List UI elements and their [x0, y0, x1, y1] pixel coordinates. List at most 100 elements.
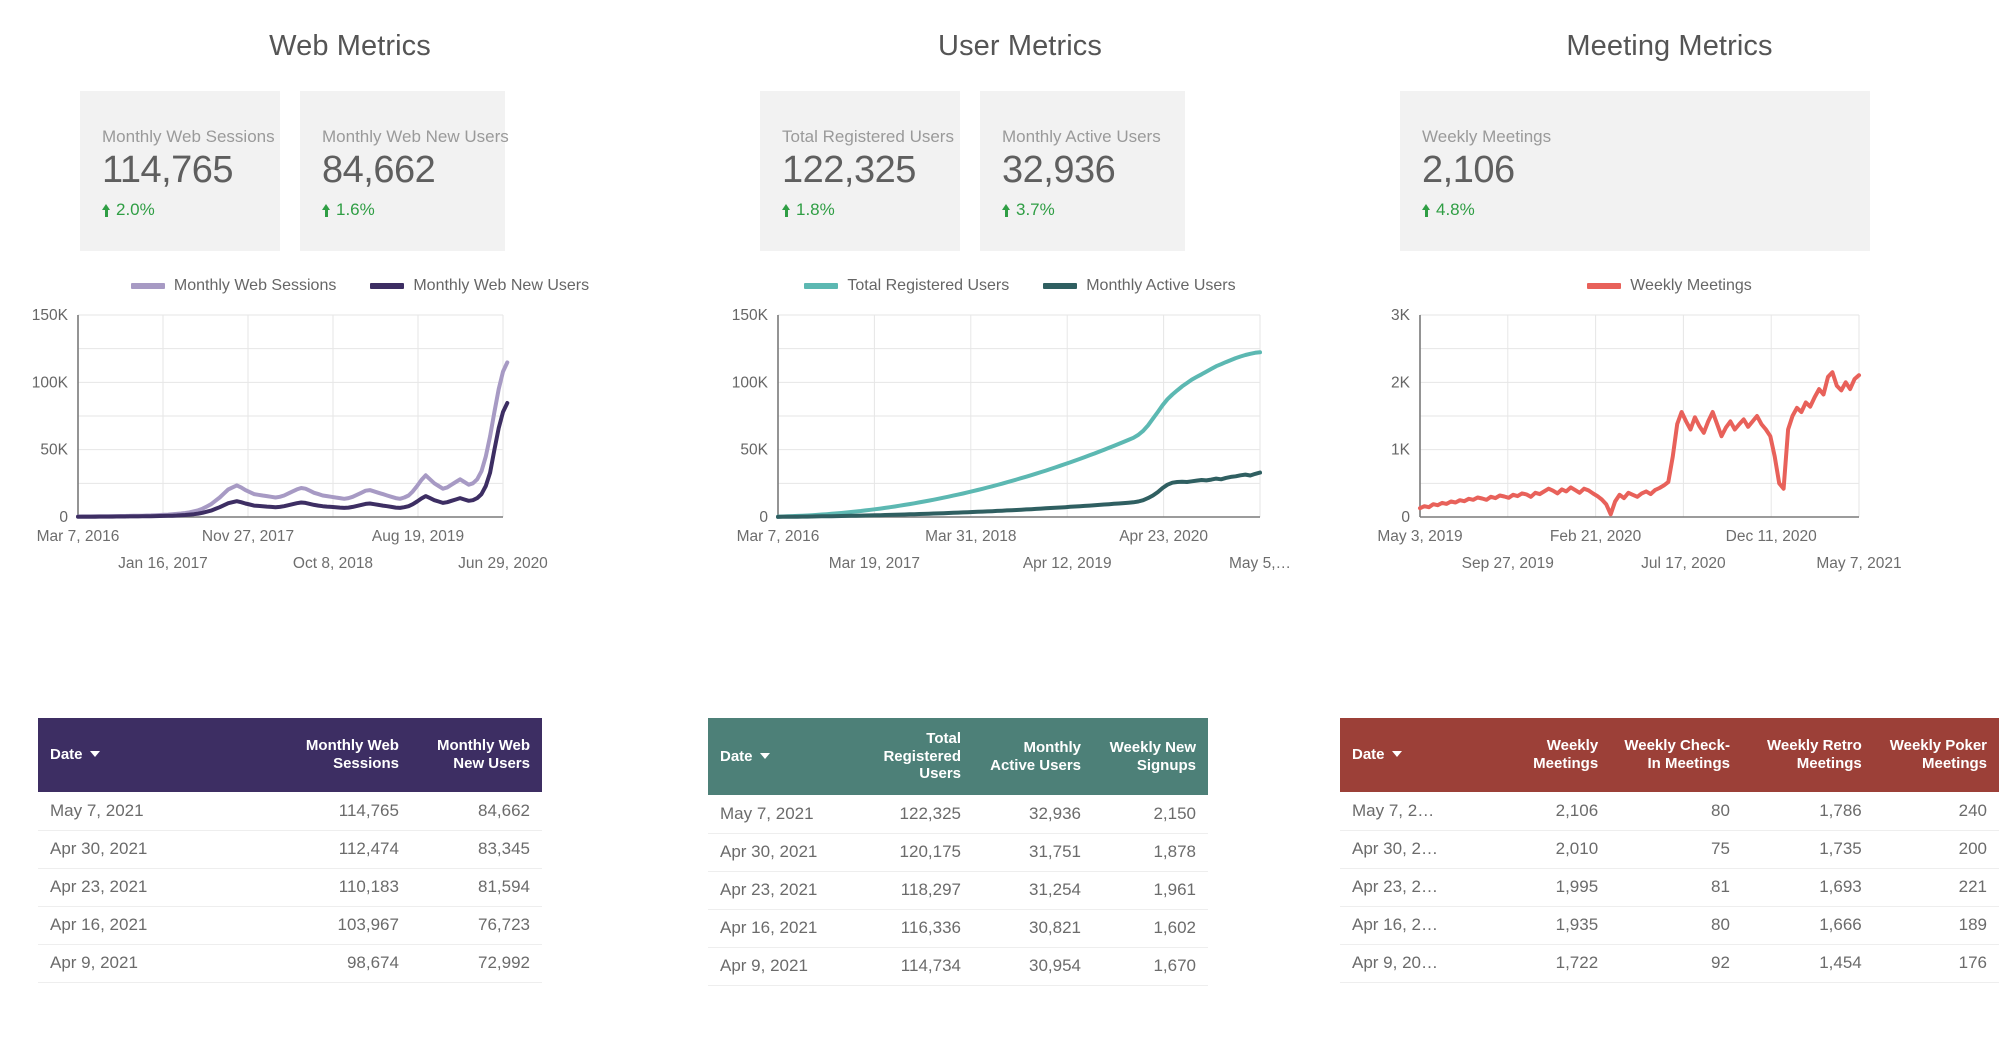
legend-item[interactable]: Weekly Meetings: [1587, 277, 1752, 295]
column-header-label: Date: [50, 746, 83, 764]
column-header-weekly-poker-meetings[interactable]: Weekly Poker Meetings: [1873, 718, 1999, 792]
kpi-delta: 1.6%: [322, 200, 483, 220]
table-user-metrics: Date Total Registered Users Monthly Acti…: [708, 718, 1208, 986]
kpi-delta-text: 4.8%: [1436, 200, 1475, 220]
kpi-delta: 4.8%: [1422, 200, 1848, 220]
chart-user-metrics[interactable]: 0 50K 100K 150K Mar 7, 2016 Mar 19, 2017 Mar 3…: [700, 305, 1340, 595]
column-header-weekly-meetings[interactable]: Weekly Meetings: [1478, 718, 1611, 792]
table-row[interactable]: May 7, 2… 2,106 80 1,786 240: [1340, 792, 1999, 831]
table-row[interactable]: Apr 30, 2021 120,175 31,751 1,878: [708, 833, 1208, 872]
table-header-row: Date Total Registered Users Monthly Acti…: [708, 718, 1208, 796]
cell-date: Apr 23, 2021: [708, 871, 843, 910]
svg-text:3K: 3K: [1391, 307, 1411, 324]
column-header-weekly-checkin-meetings[interactable]: Weekly Check-In Meetings: [1610, 718, 1742, 792]
cell-value: 1,995: [1478, 868, 1611, 907]
cell-value: 240: [1873, 792, 1999, 831]
legend-swatch-icon: [370, 283, 405, 289]
kpi-value: 84,662: [322, 149, 436, 191]
table-row[interactable]: Apr 16, 2… 1,935 80 1,666 189: [1340, 906, 1999, 945]
cell-value: 2,106: [1478, 792, 1611, 831]
cell-date: May 7, 2021: [708, 795, 843, 834]
cell-value: 98,674: [274, 944, 411, 983]
svg-text:1K: 1K: [1391, 442, 1411, 459]
cell-value: 31,751: [973, 833, 1093, 872]
table-row[interactable]: May 7, 2021 122,325 32,936 2,150: [708, 795, 1208, 834]
chart-web-metrics[interactable]: 0 50K 100K 150K Mar 7, 2016 Jan 16, 2017 Nov 2…: [0, 305, 700, 595]
cell-value: 116,336: [843, 909, 973, 948]
column-header-date[interactable]: Date: [708, 718, 843, 796]
cell-value: 110,183: [274, 868, 411, 907]
panel-user-metrics: User Metrics Total Registered Users 122,…: [700, 0, 1340, 1064]
kpi-card-monthly-web-sessions[interactable]: Monthly Web Sessions 114,765 2.0%: [80, 91, 280, 251]
table-web-metrics-wrap: Date Monthly Web Sessions Monthly Web Ne…: [38, 718, 542, 983]
cell-date: Apr 16, 2021: [708, 909, 843, 948]
table-row[interactable]: Apr 30, 2… 2,010 75 1,735 200: [1340, 830, 1999, 869]
sort-descending-icon: [1391, 751, 1402, 758]
column-header-weekly-new-signups[interactable]: Weekly New Signups: [1093, 718, 1208, 796]
column-header-monthly-web-new-users[interactable]: Monthly Web New Users: [410, 718, 542, 792]
kpi-card-total-registered-users[interactable]: Total Registered Users 122,325 1.8%: [760, 91, 960, 251]
legend-item[interactable]: Monthly Web New Users: [370, 277, 589, 295]
chart-meeting-metrics[interactable]: 0 1K 2K 3K May 3, 2019 Sep 27, 2019 Feb 21, 20…: [1340, 305, 1999, 595]
table-row[interactable]: Apr 23, 2… 1,995 81 1,693 221: [1340, 868, 1999, 907]
kpi-card-monthly-web-new-users[interactable]: Monthly Web New Users 84,662 1.6%: [300, 91, 509, 251]
cell-value: 30,954: [973, 947, 1093, 986]
legend-swatch-icon: [1587, 283, 1622, 289]
cell-value: 200: [1873, 830, 1999, 869]
svg-text:0: 0: [1401, 509, 1410, 526]
page-title-meeting: Meeting Metrics: [1566, 30, 1773, 62]
legend-label: Weekly Meetings: [1630, 277, 1752, 294]
table-row[interactable]: Apr 9, 2021 114,734 30,954 1,670: [708, 947, 1208, 986]
svg-text:50K: 50K: [40, 442, 68, 459]
table-row[interactable]: Apr 16, 2021 116,336 30,821 1,602: [708, 909, 1208, 948]
table-row[interactable]: Apr 9, 2021 98,674 72,992: [38, 944, 542, 983]
cell-value: 1,670: [1093, 947, 1208, 986]
cell-value: 176: [1873, 944, 1999, 983]
table-row[interactable]: Apr 23, 2021 110,183 81,594: [38, 868, 542, 907]
svg-text:Sep 27, 2019: Sep 27, 2019: [1462, 555, 1554, 572]
cell-date: Apr 30, 2021: [708, 833, 843, 872]
cell-value: 80: [1610, 906, 1742, 945]
table-meeting-metrics-wrap: Date Weekly Meetings Weekly Check-In Mee…: [1340, 718, 1999, 983]
column-header-weekly-retro-meetings[interactable]: Weekly Retro Meetings: [1741, 718, 1874, 792]
legend-item[interactable]: Total Registered Users: [804, 277, 1009, 295]
column-header-date[interactable]: Date: [38, 718, 275, 792]
table-row[interactable]: Apr 30, 2021 112,474 83,345: [38, 830, 542, 869]
column-header-date[interactable]: Date: [1340, 718, 1479, 792]
legend-item[interactable]: Monthly Web Sessions: [130, 277, 336, 295]
cell-value: 1,454: [1741, 944, 1874, 983]
table-row[interactable]: Apr 9, 20… 1,722 92 1,454 176: [1340, 944, 1999, 983]
column-header-monthly-active-users[interactable]: Monthly Active Users: [973, 718, 1093, 796]
table-row[interactable]: May 7, 2021 114,765 84,662: [38, 792, 542, 831]
svg-text:150K: 150K: [32, 307, 69, 324]
cell-date: Apr 9, 20…: [1340, 944, 1479, 983]
svg-text:Mar 19, 2017: Mar 19, 2017: [829, 555, 920, 572]
legend-item[interactable]: Monthly Active Users: [1043, 277, 1236, 295]
column-header-monthly-web-sessions[interactable]: Monthly Web Sessions: [274, 718, 411, 792]
table-body: May 7, 2… 2,106 80 1,786 240 Apr 30, 2… 2,010 7…: [1340, 792, 1999, 983]
arrow-up-icon: [1422, 203, 1431, 217]
chart-legend-web: Monthly Web Sessions Monthly Web New Use…: [0, 277, 700, 295]
cell-date: Apr 30, 2…: [1340, 830, 1479, 869]
cell-value: 75: [1610, 830, 1742, 869]
line-chart-svg: 0 1K 2K 3K May 3, 2019Sep 27, 2019 Feb 21, 20…: [1377, 307, 1901, 572]
table-row[interactable]: Apr 16, 2021 103,967 76,723: [38, 906, 542, 945]
svg-text:Oct 8, 2018: Oct 8, 2018: [293, 555, 373, 572]
arrow-up-icon: [1002, 203, 1011, 217]
kpi-card-weekly-meetings[interactable]: Weekly Meetings 2,106 4.8%: [1400, 91, 1870, 251]
panel-web-metrics: Web Metrics Monthly Web Sessions 114,765…: [0, 0, 700, 1064]
svg-text:Mar 31, 2018: Mar 31, 2018: [925, 528, 1016, 545]
kpi-card-monthly-active-users[interactable]: Monthly Active Users 32,936 3.7%: [980, 91, 1185, 251]
legend-label: Monthly Web New Users: [413, 277, 590, 294]
cell-date: Apr 9, 2021: [708, 947, 843, 986]
table-body: May 7, 2021 114,765 84,662 Apr 30, 2021 112,…: [38, 792, 542, 983]
table-web-metrics: Date Monthly Web Sessions Monthly Web Ne…: [38, 718, 542, 983]
column-header-total-registered-users[interactable]: Total Registered Users: [843, 718, 973, 796]
kpi-delta: 2.0%: [102, 200, 258, 220]
cell-value: 30,821: [973, 909, 1093, 948]
kpi-value: 2,106: [1422, 149, 1515, 191]
column-header-label: Date: [720, 747, 753, 765]
table-row[interactable]: Apr 23, 2021 118,297 31,254 1,961: [708, 871, 1208, 910]
cell-value: 189: [1873, 906, 1999, 945]
table-body: May 7, 2021 122,325 32,936 2,150 Apr 30, 202…: [708, 795, 1208, 986]
